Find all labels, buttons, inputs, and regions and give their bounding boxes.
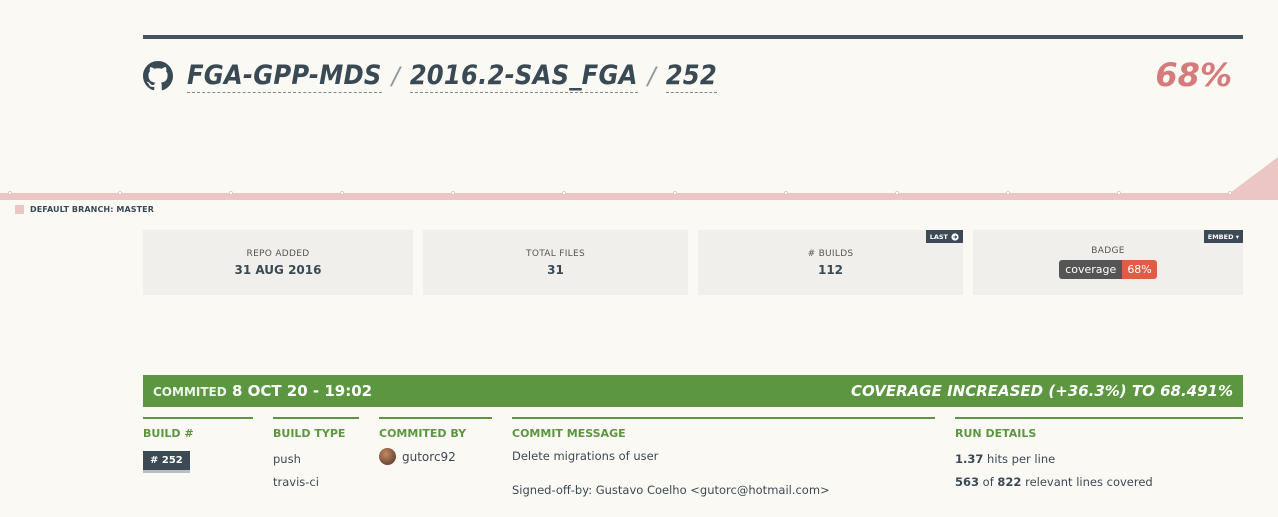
stat-label: BADGE	[1091, 246, 1125, 256]
chart-point	[895, 191, 899, 195]
chart-point	[229, 191, 233, 195]
column-header: RUN DETAILS	[955, 427, 1037, 440]
of-label: of	[982, 475, 994, 489]
chart-point	[340, 191, 344, 195]
chart-point	[1228, 191, 1232, 195]
stat-total-files: TOTAL FILES 31	[423, 230, 688, 295]
committed-by-column: COMMITED BY gutorc92	[379, 417, 492, 465]
commit-time: COMMITED 8 OCT 20 - 19:02	[153, 382, 372, 400]
covered-value: 563	[955, 475, 980, 489]
stat-value: 31	[547, 262, 564, 277]
github-icon[interactable]	[143, 61, 173, 91]
coverage-history-chart[interactable]	[0, 155, 1278, 200]
chart-point	[784, 191, 788, 195]
legend-label: DEFAULT BRANCH: MASTER	[30, 205, 155, 214]
commit-prefix: COMMITED	[153, 385, 227, 399]
breadcrumb: FGA-GPP-MDS / 2016.2-SAS_FGA / 252	[143, 56, 717, 96]
last-build-button[interactable]: LAST	[925, 230, 963, 243]
relevant-value: 822	[997, 475, 1022, 489]
breadcrumb-separator: /	[647, 62, 656, 90]
stat-repo-added: REPO ADDED 31 AUG 2016	[143, 230, 413, 295]
column-header: BUILD #	[143, 427, 194, 440]
column-header: BUILD TYPE	[273, 427, 346, 440]
last-build-label: LAST	[929, 232, 948, 241]
build-type-column: BUILD TYPE push travis-ci	[273, 417, 359, 494]
breadcrumb-repo-link[interactable]: 2016.2-SAS_FGA	[409, 60, 638, 93]
build-number-badge[interactable]: # 252	[143, 451, 190, 473]
build-service-value: travis-ci	[273, 475, 319, 489]
branch-legend: DEFAULT BRANCH: MASTER	[15, 205, 154, 214]
stat-label: REPO ADDED	[246, 248, 310, 259]
committer-name: gutorc92	[402, 449, 456, 464]
run-details-column: RUN DETAILS 1.37 hits per line 563 of 82…	[955, 417, 1243, 494]
build-type-value: push	[273, 452, 301, 466]
stat-label: TOTAL FILES	[526, 248, 585, 259]
commit-message-line: Delete migrations of user	[512, 449, 659, 463]
chart-point	[562, 191, 566, 195]
chart-point	[118, 191, 122, 195]
lines-covered: 563 of 822 relevant lines covered	[955, 471, 1243, 494]
badge-value: 68%	[1122, 260, 1157, 279]
hits-value: 1.37	[955, 452, 984, 466]
commit-message-column: COMMIT MESSAGE Delete migrations of user…	[512, 417, 935, 498]
breadcrumb-separator: /	[391, 62, 400, 90]
badge-label: coverage	[1059, 260, 1123, 279]
hits-label: hits per line	[987, 452, 1056, 466]
commit-timestamp: 8 OCT 20 - 19:02	[231, 382, 373, 400]
chart-point	[451, 191, 455, 195]
legend-swatch	[15, 205, 24, 214]
breadcrumb-build-link[interactable]: 252	[665, 60, 717, 93]
embed-button[interactable]: EMBED ▾	[1203, 230, 1243, 243]
column-header: COMMIT MESSAGE	[512, 427, 626, 440]
breadcrumb-org-link[interactable]: FGA-GPP-MDS	[187, 60, 382, 93]
build-summary-bar: COMMITED 8 OCT 20 - 19:02 COVERAGE INCRE…	[143, 375, 1243, 407]
commit-signoff-line: Signed-off-by: Gustavo Coelho <gutorc@ho…	[512, 483, 830, 497]
header-rule	[143, 35, 1243, 39]
arrow-circle-right-icon	[951, 232, 959, 241]
chart-point	[8, 191, 12, 195]
chart-point	[1006, 191, 1010, 195]
coverage-change: COVERAGE INCREASED (+36.3%) TO 68.491%	[851, 382, 1233, 400]
build-number-column: BUILD # # 252	[143, 417, 253, 473]
stat-builds: LAST # BUILDS 112	[698, 230, 963, 295]
committer[interactable]: gutorc92	[379, 448, 492, 465]
avatar	[379, 448, 396, 465]
column-header: COMMITED BY	[379, 427, 467, 440]
coverage-percentage: 68%	[1155, 56, 1232, 94]
coverage-badge[interactable]: coverage 68%	[1059, 260, 1157, 279]
stat-label: # BUILDS	[807, 248, 854, 259]
stat-value: 31 AUG 2016	[234, 262, 322, 277]
stat-badge: EMBED ▾ BADGE coverage 68%	[973, 230, 1243, 295]
hits-per-line: 1.37 hits per line	[955, 448, 1243, 471]
relevant-label: relevant lines covered	[1025, 475, 1153, 489]
stat-value: 112	[817, 262, 844, 277]
chart-point	[673, 191, 677, 195]
chart-point	[1117, 191, 1121, 195]
coverage-area	[0, 157, 1278, 200]
